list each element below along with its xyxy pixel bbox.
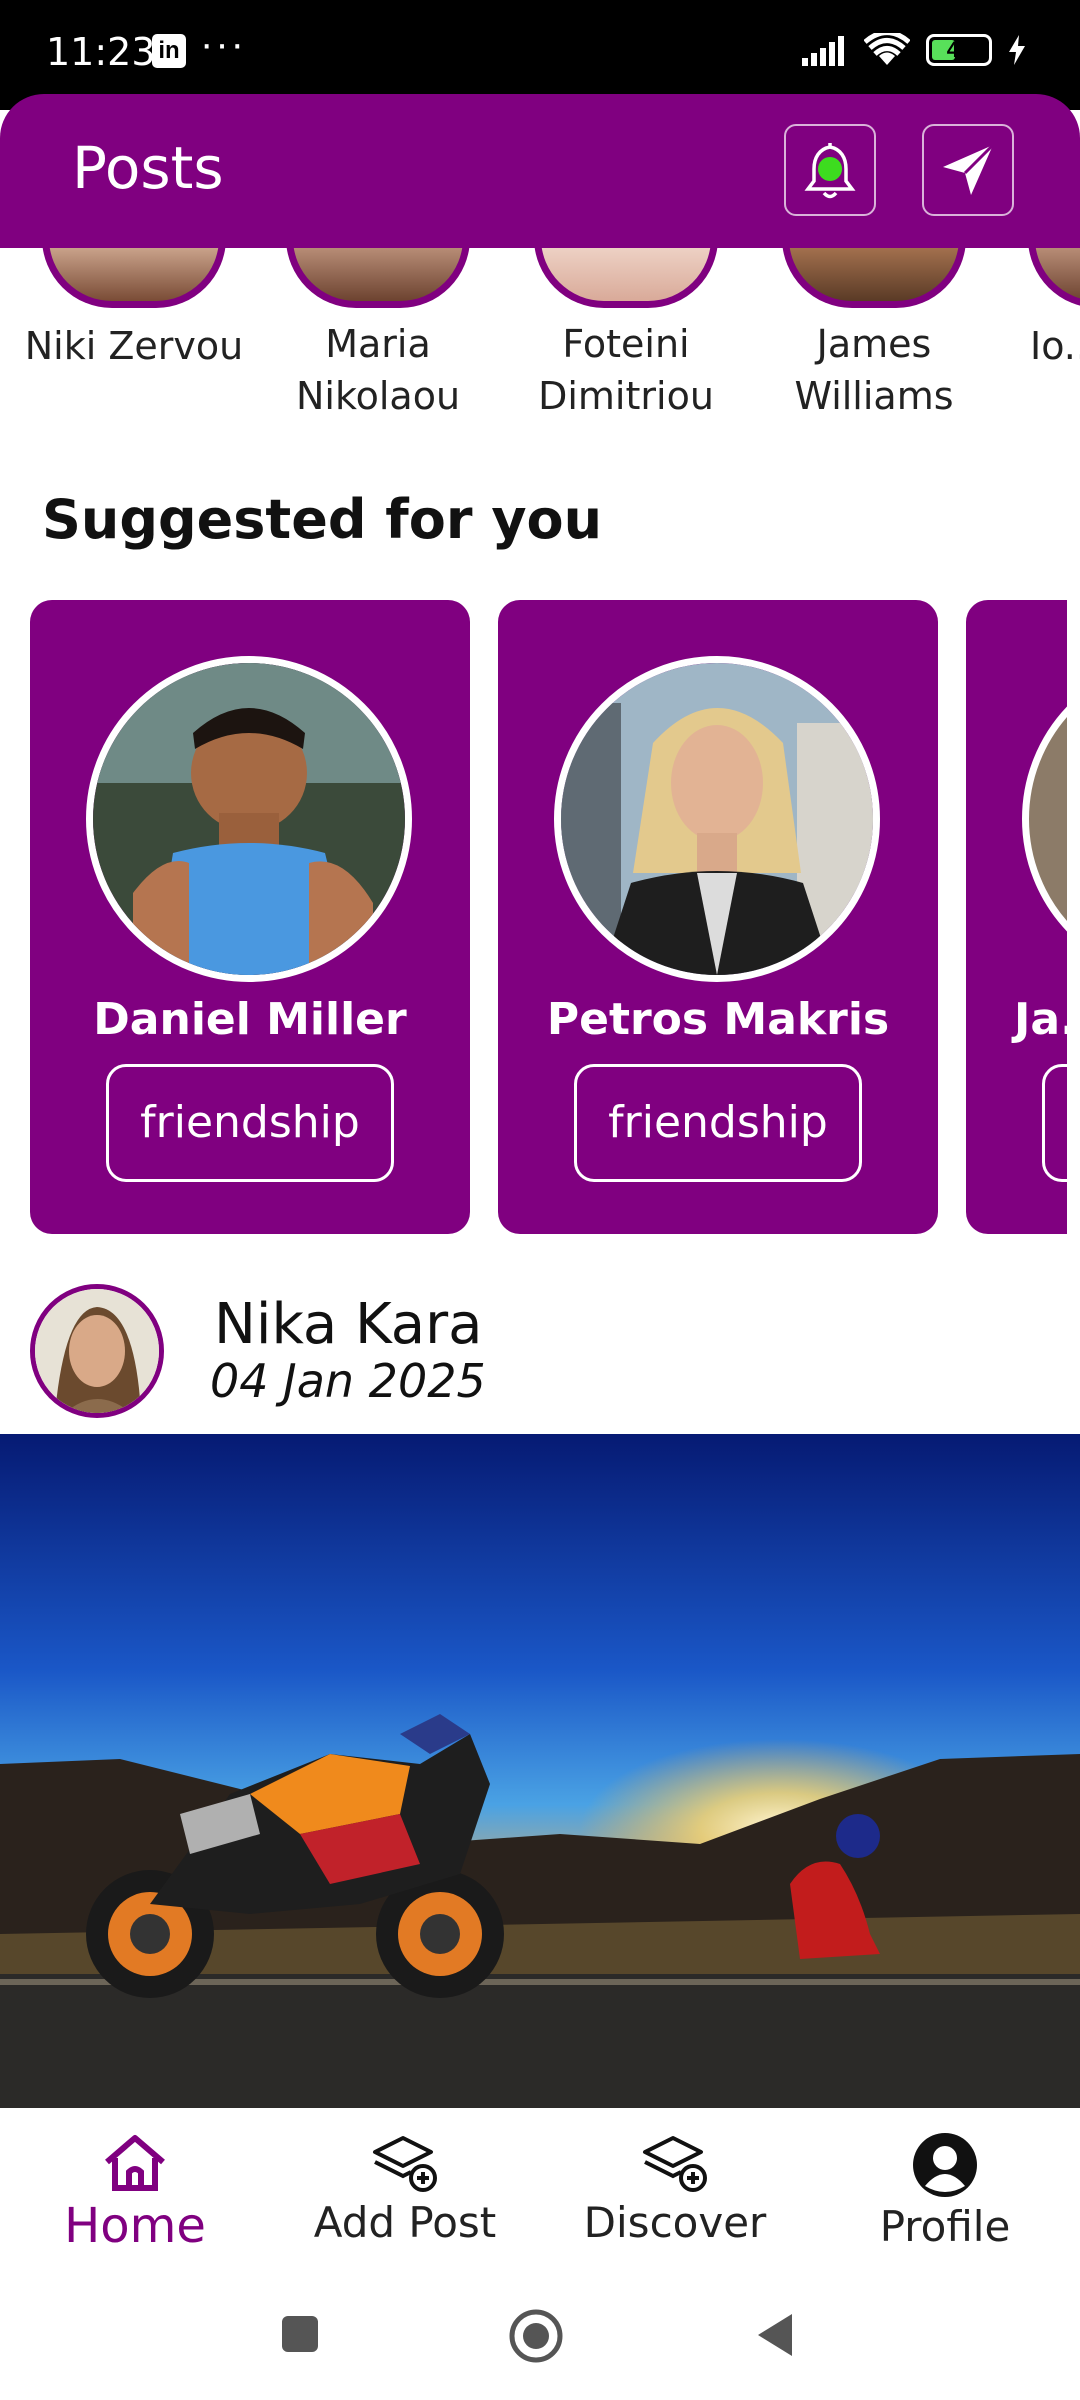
suggested-name: Ja... bbox=[1014, 994, 1067, 1045]
story-item[interactable]: Io... bbox=[1000, 248, 1080, 372]
story-item[interactable]: Maria Nikolaou bbox=[258, 248, 498, 422]
nav-discover-label: Discover bbox=[583, 2198, 767, 2247]
suggested-avatar bbox=[86, 656, 412, 982]
profile-icon bbox=[913, 2133, 977, 2197]
charging-icon bbox=[1009, 35, 1025, 65]
home-icon bbox=[105, 2135, 165, 2191]
nav-add-post[interactable]: Add Post bbox=[270, 2132, 540, 2247]
story-avatar bbox=[1028, 248, 1080, 308]
system-navigation bbox=[0, 2280, 1080, 2400]
post-author-avatar[interactable] bbox=[30, 1284, 164, 1418]
story-name: Niki Zervou bbox=[24, 324, 244, 368]
app-header: Posts bbox=[0, 94, 1080, 248]
page-title: Posts bbox=[72, 134, 224, 202]
friendship-button[interactable]: friendship bbox=[1042, 1064, 1067, 1182]
nav-home[interactable]: Home bbox=[0, 2132, 270, 2254]
story-name: James Williams bbox=[794, 322, 954, 418]
bottom-navigation: Home Add Post Discover Profile bbox=[0, 2108, 1080, 2280]
send-icon bbox=[943, 143, 995, 195]
story-name: Io... bbox=[1030, 324, 1080, 368]
battery-level: 48 bbox=[946, 37, 972, 62]
post-date: 04 Jan 2025 bbox=[210, 1354, 486, 1408]
story-avatar bbox=[534, 248, 718, 308]
status-time: 11:23 bbox=[46, 30, 156, 74]
story-name: Foteini Dimitriou bbox=[538, 322, 714, 418]
suggested-card[interactable]: Petros Makris friendship bbox=[498, 600, 938, 1234]
story-item[interactable]: James Williams bbox=[754, 248, 994, 422]
suggested-name: Daniel Miller bbox=[93, 994, 407, 1045]
post-image[interactable] bbox=[0, 1434, 1080, 2108]
back-icon[interactable] bbox=[754, 2312, 794, 2358]
friendship-button[interactable]: friendship bbox=[106, 1064, 394, 1182]
status-indicators: 48 bbox=[802, 30, 1026, 70]
suggested-card[interactable]: Ja... friendship bbox=[966, 600, 1067, 1234]
more-notifications-icon: ··· bbox=[200, 22, 246, 66]
home-system-icon[interactable] bbox=[508, 2308, 564, 2364]
add-layers-icon bbox=[373, 2136, 437, 2192]
story-item[interactable]: Niki Zervou bbox=[14, 248, 254, 372]
suggested-avatar bbox=[554, 656, 880, 982]
suggested-avatar bbox=[1022, 656, 1067, 982]
add-layers-icon bbox=[643, 2136, 707, 2192]
post-author-name[interactable]: Nika Kara bbox=[214, 1292, 482, 1357]
story-avatar bbox=[782, 248, 966, 308]
notifications-button[interactable] bbox=[784, 124, 876, 216]
suggested-title: Suggested for you bbox=[42, 488, 603, 551]
bell-icon bbox=[804, 143, 856, 199]
friendship-button[interactable]: friendship bbox=[574, 1064, 862, 1182]
linkedin-icon: in bbox=[152, 34, 186, 68]
nav-add-post-label: Add Post bbox=[313, 2198, 497, 2247]
nav-profile-label: Profile bbox=[879, 2202, 1011, 2251]
story-avatar bbox=[286, 248, 470, 308]
nav-home-label: Home bbox=[64, 2198, 206, 2254]
story-avatar bbox=[42, 248, 226, 308]
nav-discover[interactable]: Discover bbox=[540, 2132, 810, 2247]
story-name: Maria Nikolaou bbox=[295, 322, 461, 418]
wifi-icon bbox=[864, 33, 910, 65]
post-header: Nika Kara 04 Jan 2025 bbox=[0, 1280, 1080, 1430]
battery-icon: 48 bbox=[926, 34, 992, 66]
recents-icon[interactable] bbox=[280, 2314, 320, 2354]
messages-button[interactable] bbox=[922, 124, 1014, 216]
story-item[interactable]: Foteini Dimitriou bbox=[506, 248, 746, 422]
suggested-card[interactable]: Daniel Miller friendship bbox=[30, 600, 470, 1234]
suggested-carousel[interactable]: Daniel Miller friendship Petros Makris f… bbox=[0, 600, 1067, 1235]
nav-profile[interactable]: Profile bbox=[810, 2132, 1080, 2251]
suggested-name: Petros Makris bbox=[546, 994, 890, 1045]
signal-icon bbox=[802, 36, 844, 66]
stories-row[interactable]: Niki Zervou Maria Nikolaou Foteini Dimit… bbox=[0, 248, 1080, 448]
